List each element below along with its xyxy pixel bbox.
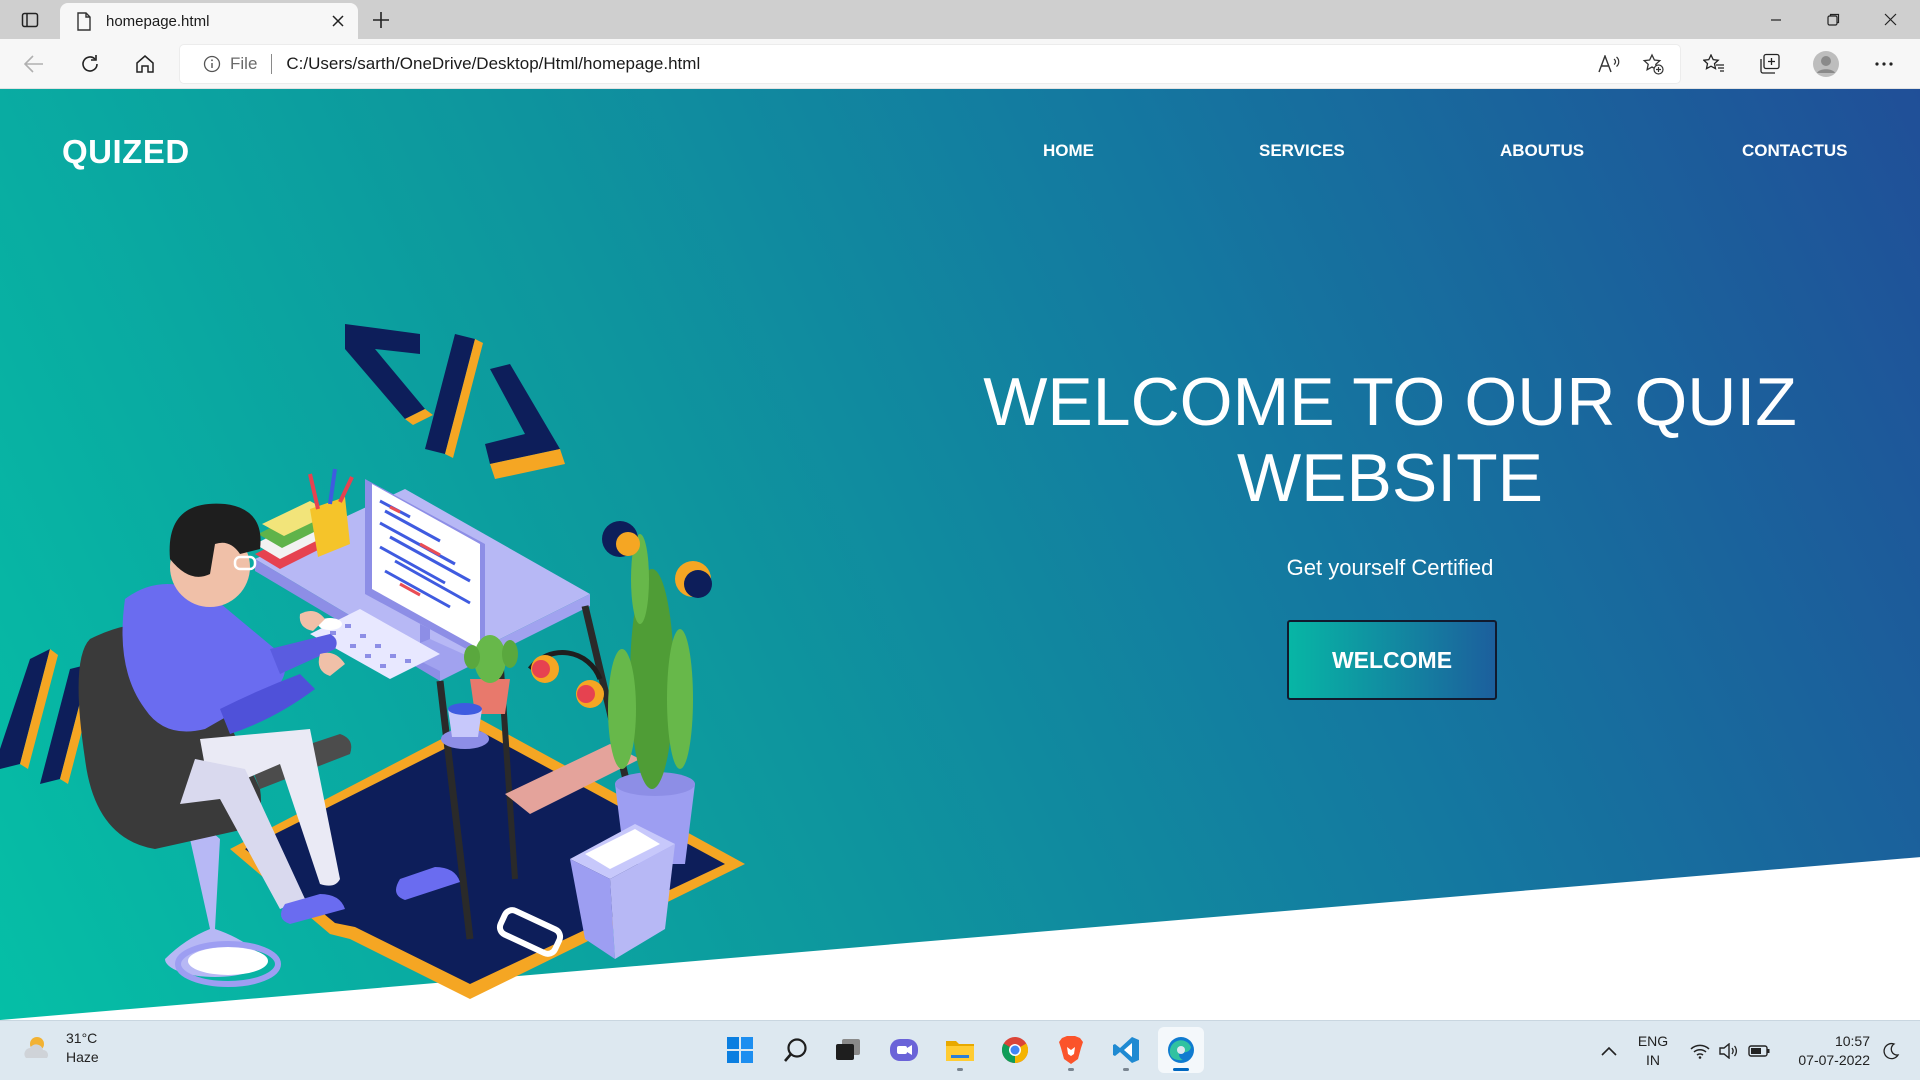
- more-button[interactable]: [1866, 47, 1902, 81]
- active-indicator: [1173, 1068, 1189, 1071]
- do-not-disturb-icon: [1883, 1042, 1900, 1060]
- separator: [271, 54, 273, 74]
- vscode-icon: [1113, 1037, 1139, 1063]
- close-icon: [332, 15, 344, 27]
- profile-icon: [1813, 51, 1839, 77]
- more-icon: [1875, 62, 1893, 66]
- brave-button[interactable]: [1048, 1027, 1094, 1073]
- home-button[interactable]: [127, 47, 163, 81]
- nav-services[interactable]: SERVICES: [1259, 141, 1345, 161]
- edge-button[interactable]: [1158, 1027, 1204, 1073]
- volume-icon: [1719, 1043, 1738, 1059]
- chat-button[interactable]: [881, 1027, 927, 1073]
- code-symbol-icon: [345, 324, 565, 479]
- close-window-button[interactable]: [1862, 0, 1918, 39]
- weather-icon: [24, 1037, 48, 1058]
- chevron-up-icon: [1601, 1046, 1617, 1056]
- new-tab-button[interactable]: [366, 5, 396, 35]
- refresh-button[interactable]: [72, 47, 108, 81]
- hero-subtitle: Get yourself Certified: [1286, 555, 1494, 580]
- address-bar[interactable]: File C:/Users/sarth/OneDrive/Desktop/Htm…: [180, 45, 1680, 83]
- url-text[interactable]: C:/Users/sarth/OneDrive/Desktop/Html/hom…: [286, 54, 1592, 74]
- back-button[interactable]: [16, 47, 52, 81]
- lang-bottom: IN: [1646, 1052, 1660, 1068]
- browser-window: homepage.html File C:/Users/sarth/OneDri…: [0, 0, 1920, 1080]
- refresh-icon: [82, 55, 98, 72]
- start-button[interactable]: [717, 1027, 763, 1073]
- clock-date: 07-07-2022: [1798, 1052, 1870, 1068]
- clock-time: 10:57: [1834, 1033, 1870, 1049]
- brave-icon: [1059, 1036, 1083, 1064]
- chat-icon: [890, 1039, 918, 1061]
- collections-button[interactable]: [1752, 47, 1788, 81]
- plus-icon: [373, 12, 389, 28]
- file-explorer-icon: [946, 1041, 974, 1061]
- chrome-icon: [1001, 1037, 1029, 1064]
- info-icon[interactable]: [202, 54, 222, 74]
- task-view-button[interactable]: [825, 1027, 871, 1073]
- developer-illustration: [0, 324, 745, 999]
- nav-home[interactable]: HOME: [1043, 141, 1094, 161]
- read-aloud-button[interactable]: [1592, 47, 1626, 81]
- minimize-icon: [1771, 18, 1781, 21]
- search-button[interactable]: [773, 1027, 819, 1073]
- close-tab-button[interactable]: [324, 7, 352, 35]
- notifications-button[interactable]: [1876, 1021, 1906, 1081]
- chrome-button[interactable]: [992, 1027, 1038, 1073]
- restore-icon: [1826, 13, 1839, 26]
- taskbar: 31°C Haze ENG IN 10:57 07-07-2022: [0, 1020, 1920, 1080]
- nav-contactus[interactable]: CONTACTUS: [1742, 141, 1847, 161]
- show-hidden-icons-button[interactable]: [1594, 1021, 1624, 1081]
- lang-top: ENG: [1637, 1033, 1669, 1049]
- close-icon: [1884, 13, 1896, 26]
- battery-status[interactable]: [1744, 1021, 1774, 1081]
- profile-button[interactable]: [1808, 47, 1844, 81]
- windows-start-icon: [727, 1037, 753, 1063]
- tab-strip: homepage.html: [0, 0, 1920, 39]
- add-favorite-button[interactable]: [1636, 47, 1670, 81]
- tab-actions-icon: [21, 12, 39, 28]
- tab-homepage[interactable]: homepage.html: [60, 3, 358, 39]
- weather-widget[interactable]: 31°C Haze: [20, 1029, 99, 1067]
- wifi-status[interactable]: [1686, 1021, 1714, 1081]
- volume-status[interactable]: [1714, 1021, 1742, 1081]
- favorites-button[interactable]: [1696, 47, 1732, 81]
- running-indicator: [1068, 1068, 1074, 1071]
- weather-temp: 31°C: [66, 1030, 98, 1046]
- web-page: QUIZED HOME SERVICES ABOUTUS CONTACTUS W…: [0, 89, 1920, 1020]
- add-favorite-icon: [1642, 53, 1664, 75]
- site-label: File: [230, 54, 258, 73]
- hero-title: WELCOME TO OUR QUIZ WEBSITE: [983, 364, 1797, 516]
- wifi-icon: [1690, 1044, 1710, 1059]
- collections-icon: [1760, 53, 1780, 74]
- nav-aboutus[interactable]: ABOUTUS: [1500, 141, 1584, 161]
- home-icon: [136, 55, 154, 73]
- site-logo[interactable]: QUIZED: [62, 133, 190, 171]
- search-icon: [784, 1038, 807, 1062]
- read-aloud-icon: [1598, 55, 1620, 73]
- back-icon: [24, 55, 43, 73]
- file-explorer-button[interactable]: [937, 1027, 983, 1073]
- running-indicator: [957, 1068, 963, 1071]
- battery-icon: [1748, 1045, 1770, 1057]
- weather-desc: Haze: [66, 1049, 99, 1065]
- browser-toolbar: File C:/Users/sarth/OneDrive/Desktop/Htm…: [0, 39, 1920, 89]
- edge-icon: [1168, 1037, 1194, 1063]
- tab-actions-button[interactable]: [12, 6, 48, 34]
- language-indicator[interactable]: ENG IN: [1630, 1021, 1676, 1081]
- restore-button[interactable]: [1805, 0, 1861, 39]
- minimize-button[interactable]: [1748, 0, 1804, 39]
- file-icon: [74, 11, 94, 31]
- clock[interactable]: 10:57 07-07-2022: [1786, 1021, 1870, 1081]
- vscode-button[interactable]: [1103, 1027, 1149, 1073]
- welcome-button[interactable]: WELCOME: [1287, 620, 1497, 700]
- tab-title: homepage.html: [106, 12, 210, 30]
- running-indicator: [1123, 1068, 1129, 1071]
- task-view-icon: [836, 1039, 860, 1060]
- favorites-icon: [1703, 54, 1724, 72]
